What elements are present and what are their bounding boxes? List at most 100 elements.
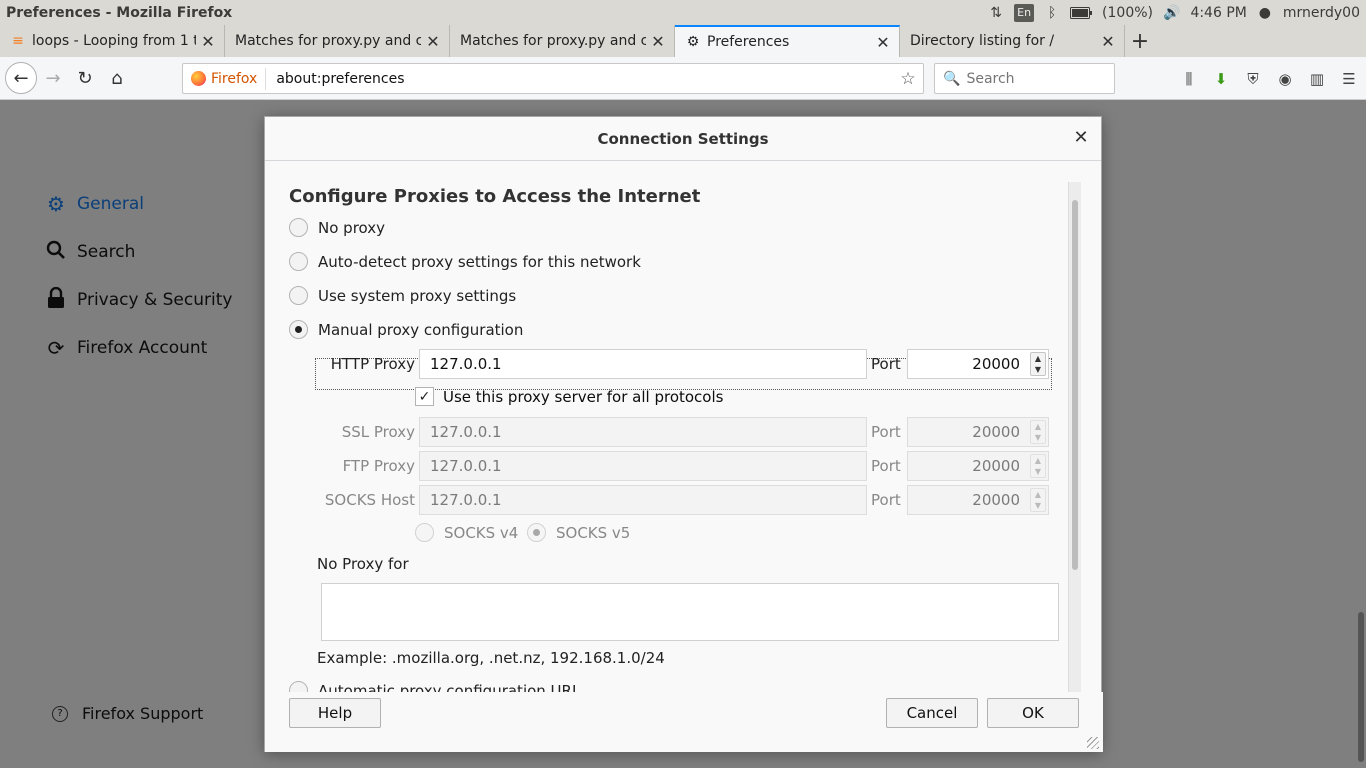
ftp-proxy-label: FTP Proxy bbox=[342, 457, 415, 475]
window-title: Preferences - Mozilla Firefox bbox=[6, 4, 233, 21]
port-spinner[interactable]: ▲ ▼ bbox=[1030, 454, 1046, 478]
radio-button[interactable] bbox=[289, 286, 308, 305]
gear-icon: ⚙ bbox=[686, 34, 700, 50]
radio-button[interactable] bbox=[289, 320, 308, 339]
radio-button[interactable] bbox=[289, 252, 308, 271]
tab-directory-listing[interactable]: Directory listing for / ✕ bbox=[900, 25, 1125, 57]
close-tab-icon[interactable]: ✕ bbox=[200, 32, 216, 51]
port-spinner[interactable]: ▲ ▼ bbox=[1030, 488, 1046, 512]
tab-label: Directory listing for / bbox=[910, 33, 1055, 49]
search-input[interactable] bbox=[966, 70, 1107, 87]
connection-settings-dialog: Connection Settings ✕ Configure Proxies … bbox=[264, 116, 1103, 752]
section-title: Configure Proxies to Access the Internet bbox=[289, 186, 701, 207]
tab-loops[interactable]: ≡ loops - Looping from 1 t ✕ bbox=[0, 25, 225, 57]
radio-button[interactable] bbox=[289, 218, 308, 237]
tab-label: Matches for proxy.py and cl bbox=[460, 33, 646, 49]
close-tab-icon[interactable]: ✕ bbox=[875, 33, 891, 52]
port-value: 20000 bbox=[972, 491, 1020, 509]
socks-host-input[interactable]: 127.0.0.1 bbox=[419, 485, 867, 515]
extension-icon[interactable]: ◉ bbox=[1276, 70, 1294, 88]
http-port-input[interactable]: 20000 ▲ ▼ bbox=[907, 349, 1049, 379]
keyboard-layout-indicator[interactable]: En bbox=[1014, 3, 1035, 22]
radio-auto-config-url[interactable]: Automatic proxy configuration URL bbox=[289, 681, 580, 692]
radio-manual-proxy[interactable]: Manual proxy configuration bbox=[289, 320, 523, 339]
page-scrollbar[interactable] bbox=[1358, 612, 1364, 762]
sidebar-icon[interactable]: ▥ bbox=[1308, 70, 1326, 88]
home-button[interactable]: ⌂ bbox=[101, 62, 133, 94]
username[interactable]: mrnerdy00 bbox=[1283, 5, 1360, 21]
reload-button[interactable]: ↻ bbox=[69, 62, 101, 94]
dialog-scrollbar[interactable] bbox=[1068, 182, 1081, 692]
url-text[interactable]: about:preferences bbox=[266, 71, 893, 87]
ssl-port-input[interactable]: 20000 ▲ ▼ bbox=[907, 417, 1049, 447]
socks-v5-option[interactable]: SOCKS v5 bbox=[527, 523, 630, 542]
new-tab-button[interactable]: + bbox=[1125, 25, 1155, 57]
port-value: 20000 bbox=[972, 355, 1020, 373]
pref-nav-privacy[interactable]: Privacy & Security bbox=[44, 276, 232, 324]
support-label: Firefox Support bbox=[82, 704, 204, 723]
pref-nav-account[interactable]: ⟳ Firefox Account bbox=[44, 324, 232, 372]
socks-port-input[interactable]: 20000 ▲ ▼ bbox=[907, 485, 1049, 515]
radio-no-proxy[interactable]: No proxy bbox=[289, 218, 385, 237]
ssl-proxy-label: SSL Proxy bbox=[341, 423, 415, 441]
pref-nav-general[interactable]: ⚙ General bbox=[44, 180, 232, 228]
library-icon[interactable]: ⫼ bbox=[1180, 70, 1198, 88]
http-port-label: Port bbox=[871, 355, 901, 373]
bookmark-star-icon[interactable]: ☆ bbox=[893, 69, 923, 89]
back-button[interactable]: ← bbox=[5, 62, 37, 94]
menu-icon[interactable]: ☰ bbox=[1340, 70, 1358, 88]
pref-nav-search[interactable]: Search bbox=[44, 228, 232, 276]
firefox-support-link[interactable]: ? Firefox Support bbox=[52, 704, 203, 723]
forward-button[interactable]: → bbox=[37, 62, 69, 94]
network-icon[interactable]: ⇅ bbox=[988, 4, 1004, 22]
radio-system-proxy[interactable]: Use system proxy settings bbox=[289, 286, 516, 305]
http-proxy-label: HTTP Proxy bbox=[330, 355, 415, 373]
socks-v4-option[interactable]: SOCKS v4 bbox=[415, 523, 518, 542]
checkbox[interactable]: ✓ bbox=[415, 387, 434, 406]
battery-icon[interactable] bbox=[1070, 4, 1093, 22]
port-spinner[interactable]: ▲ ▼ bbox=[1030, 420, 1046, 444]
radio-button[interactable] bbox=[527, 523, 546, 542]
radio-label: Automatic proxy configuration URL bbox=[318, 681, 581, 693]
identity-box[interactable]: Firefox bbox=[183, 67, 267, 90]
close-tab-icon[interactable]: ✕ bbox=[1100, 32, 1116, 51]
stack-overflow-icon: ≡ bbox=[12, 33, 24, 49]
scrollbar-thumb[interactable] bbox=[1072, 200, 1078, 570]
use-all-protocols-row[interactable]: ✓ Use this proxy server for all protocol… bbox=[415, 387, 723, 406]
help-button[interactable]: Help bbox=[289, 698, 381, 728]
socks-host-label: SOCKS Host bbox=[324, 491, 415, 509]
url-bar[interactable]: Firefox about:preferences ☆ bbox=[182, 63, 924, 94]
dialog-footer: Help Cancel OK bbox=[265, 692, 1103, 752]
no-proxy-for-label: No Proxy for bbox=[317, 555, 409, 573]
dialog-body: Configure Proxies to Access the Internet… bbox=[265, 162, 1103, 692]
bluetooth-icon[interactable]: ᛒ bbox=[1044, 4, 1060, 22]
tab-preferences[interactable]: ⚙ Preferences ✕ bbox=[675, 25, 900, 57]
radio-button[interactable] bbox=[415, 523, 434, 542]
no-proxy-for-textarea[interactable] bbox=[321, 583, 1059, 641]
tab-matches-2[interactable]: Matches for proxy.py and cl ✕ bbox=[450, 25, 675, 57]
close-tab-icon[interactable]: ✕ bbox=[650, 32, 666, 51]
battery-percent: (100%) bbox=[1102, 4, 1153, 21]
shield-icon[interactable]: ⛨ bbox=[1244, 70, 1262, 88]
apple-icon[interactable]: ● bbox=[1257, 4, 1273, 22]
clock[interactable]: 4:46 PM bbox=[1190, 5, 1246, 21]
port-spinner[interactable]: ▲ ▼ bbox=[1030, 352, 1046, 376]
close-tab-icon[interactable]: ✕ bbox=[425, 32, 441, 51]
cancel-button[interactable]: Cancel bbox=[886, 698, 978, 728]
resize-grip[interactable] bbox=[1087, 737, 1099, 749]
download-icon[interactable]: ⬇ bbox=[1212, 70, 1230, 88]
volume-icon[interactable]: 🔊 bbox=[1163, 4, 1180, 22]
radio-button[interactable] bbox=[289, 681, 308, 692]
ftp-proxy-input[interactable]: 127.0.0.1 bbox=[419, 451, 867, 481]
search-box[interactable]: 🔍 bbox=[934, 63, 1115, 94]
radio-auto-detect[interactable]: Auto-detect proxy settings for this netw… bbox=[289, 252, 641, 271]
ftp-port-input[interactable]: 20000 ▲ ▼ bbox=[907, 451, 1049, 481]
close-icon[interactable]: ✕ bbox=[1071, 128, 1091, 148]
help-icon: ? bbox=[52, 705, 68, 722]
ssl-port-label: Port bbox=[871, 423, 901, 441]
ssl-proxy-input[interactable]: 127.0.0.1 bbox=[419, 417, 867, 447]
socks-port-label: Port bbox=[871, 491, 901, 509]
ok-button[interactable]: OK bbox=[987, 698, 1079, 728]
tab-matches-1[interactable]: Matches for proxy.py and cl ✕ bbox=[225, 25, 450, 57]
http-proxy-input[interactable]: 127.0.0.1 bbox=[419, 349, 867, 379]
